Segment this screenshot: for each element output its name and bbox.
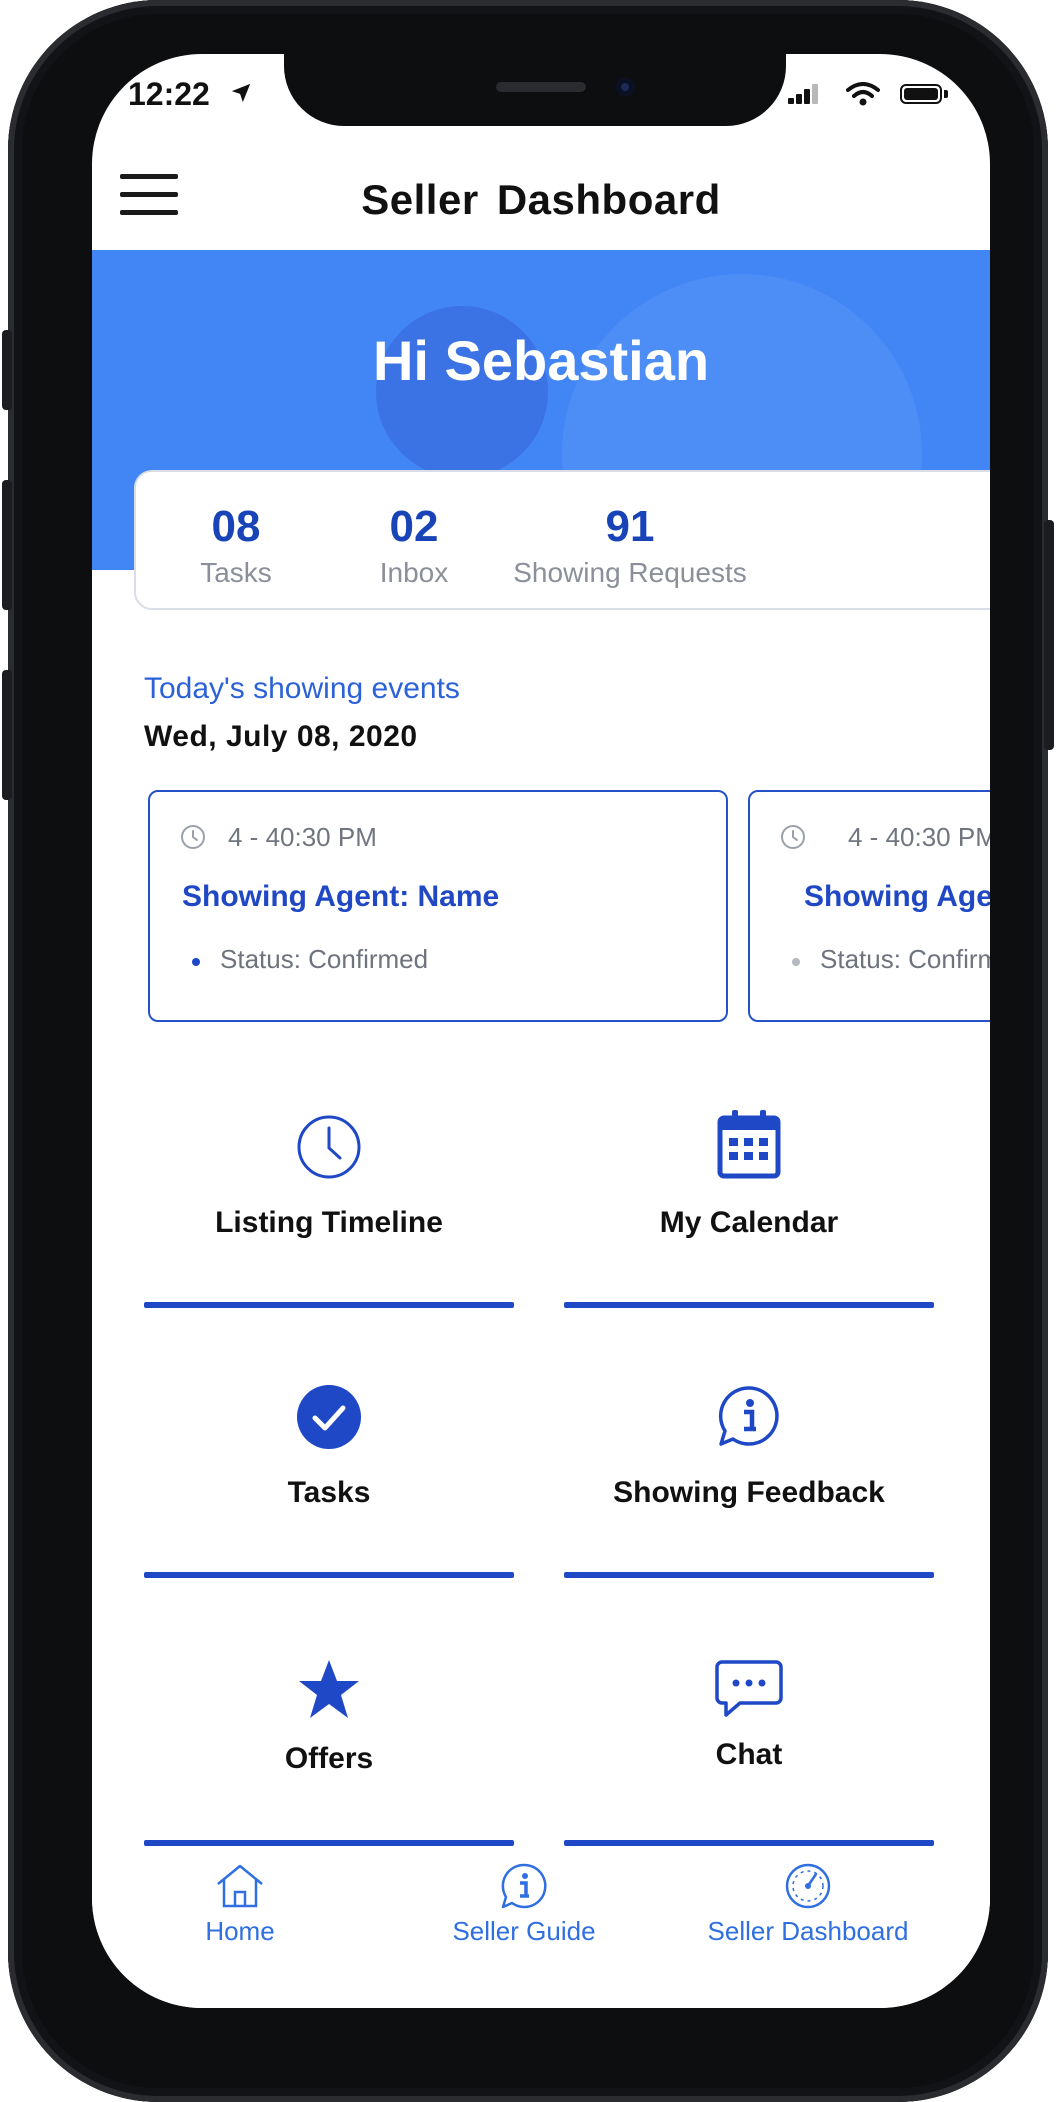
stat-label: Tasks: [200, 557, 272, 588]
battery-icon: [900, 84, 942, 104]
info-bubble-icon: [501, 1863, 547, 1909]
status-time: 12:22: [128, 76, 210, 112]
info-bubble-icon: [718, 1386, 779, 1446]
tile-label: Offers: [284, 1742, 374, 1775]
tile-offers[interactable]: Offers: [144, 1652, 514, 1852]
tile-label: Listing Timeline: [215, 1206, 443, 1239]
cellular-signal-icon: [788, 84, 818, 104]
bottom-tab-bar: Home Seller Guide Seller Dashboard: [92, 1862, 990, 2008]
tile-my-calendar[interactable]: My Calendar: [564, 1110, 934, 1314]
event-agent: Showing Agent: Name: [182, 880, 500, 913]
volume-down-button: [2, 670, 12, 800]
tile-label: My Calendar: [659, 1206, 839, 1239]
home-icon: [217, 1864, 263, 1908]
tile-tasks[interactable]: Tasks: [144, 1384, 514, 1584]
tile-divider: [144, 1840, 514, 1846]
wifi-icon: [846, 82, 880, 106]
tile-showing-feedback[interactable]: Showing Feedback: [564, 1384, 934, 1584]
stat-inbox[interactable]: 02 Inbox: [354, 502, 474, 590]
tile-chat[interactable]: Chat: [564, 1652, 934, 1852]
power-button: [1044, 520, 1054, 750]
phone-frame: 12:22 Seller Dashboard Hi Sebastian 08 T…: [2, 0, 1054, 2102]
event-card[interactable]: 4 - 40:30 PM Showing Agent: Name Status:…: [148, 790, 728, 1022]
tile-divider: [144, 1572, 514, 1578]
tile-label: Tasks: [287, 1476, 371, 1509]
tab-label: Seller Dashboard: [707, 1916, 909, 1946]
event-card[interactable]: 4 - 40:30 PM Showing Agent: Name Status:…: [748, 790, 990, 1022]
star-icon: [299, 1660, 359, 1718]
chat-bubble-icon: [715, 1660, 783, 1717]
status-dot: [792, 958, 800, 966]
tile-label: Chat: [715, 1738, 783, 1771]
front-camera: [616, 78, 634, 96]
event-status: Status: Confirmed: [820, 944, 990, 974]
stats-card: 08 Tasks 02 Inbox 91 Showing Requests: [134, 470, 990, 610]
event-time: 4 - 40:30 PM: [848, 822, 990, 852]
tile-divider: [564, 1302, 934, 1308]
section-label: Today's showing events: [144, 672, 460, 705]
status-dot: [192, 958, 200, 966]
dashboard-gauge-icon: [785, 1863, 831, 1909]
battery-tip: [944, 90, 948, 98]
tile-label: Showing Feedback: [613, 1476, 885, 1509]
clock-icon: [297, 1115, 361, 1179]
tile-listing-timeline[interactable]: Listing Timeline: [144, 1114, 514, 1314]
tab-seller-guide[interactable]: Seller Guide: [444, 1862, 604, 1947]
tab-label: Home: [205, 1916, 275, 1946]
calendar-icon: [717, 1110, 781, 1179]
tab-label: Seller Guide: [452, 1916, 596, 1946]
tab-home[interactable]: Home: [180, 1862, 300, 1947]
check-circle-icon: [297, 1385, 361, 1449]
clock-icon: [181, 825, 205, 849]
stat-label: Inbox: [379, 557, 449, 588]
date-label: Wed, July 08, 2020: [144, 720, 418, 753]
stat-showing-requests[interactable]: 91 Showing Requests: [496, 502, 764, 590]
screen: 12:22 Seller Dashboard Hi Sebastian 08 T…: [92, 54, 990, 2008]
stat-tasks[interactable]: 08 Tasks: [176, 502, 296, 590]
stat-value: 02: [389, 502, 439, 551]
tile-divider: [564, 1840, 934, 1846]
clock-icon: [781, 825, 805, 849]
stat-label: Showing Requests: [513, 557, 747, 588]
volume-up-button: [2, 480, 12, 610]
mute-switch: [2, 330, 12, 410]
greeting: Hi Sebastian: [372, 329, 710, 392]
tile-divider: [564, 1572, 934, 1578]
event-status: Status: Confirmed: [220, 944, 429, 974]
page-title: Seller Dashboard: [361, 176, 721, 223]
speaker: [496, 82, 586, 92]
event-agent: Showing Agent: Name: [804, 880, 990, 913]
event-time: 4 - 40:30 PM: [228, 822, 377, 852]
notch: [284, 54, 786, 126]
tile-divider: [144, 1302, 514, 1308]
location-arrow-icon: [231, 83, 251, 103]
stat-value: 08: [211, 502, 261, 551]
stat-value: 91: [605, 502, 655, 551]
tab-seller-dashboard[interactable]: Seller Dashboard: [690, 1862, 926, 1947]
